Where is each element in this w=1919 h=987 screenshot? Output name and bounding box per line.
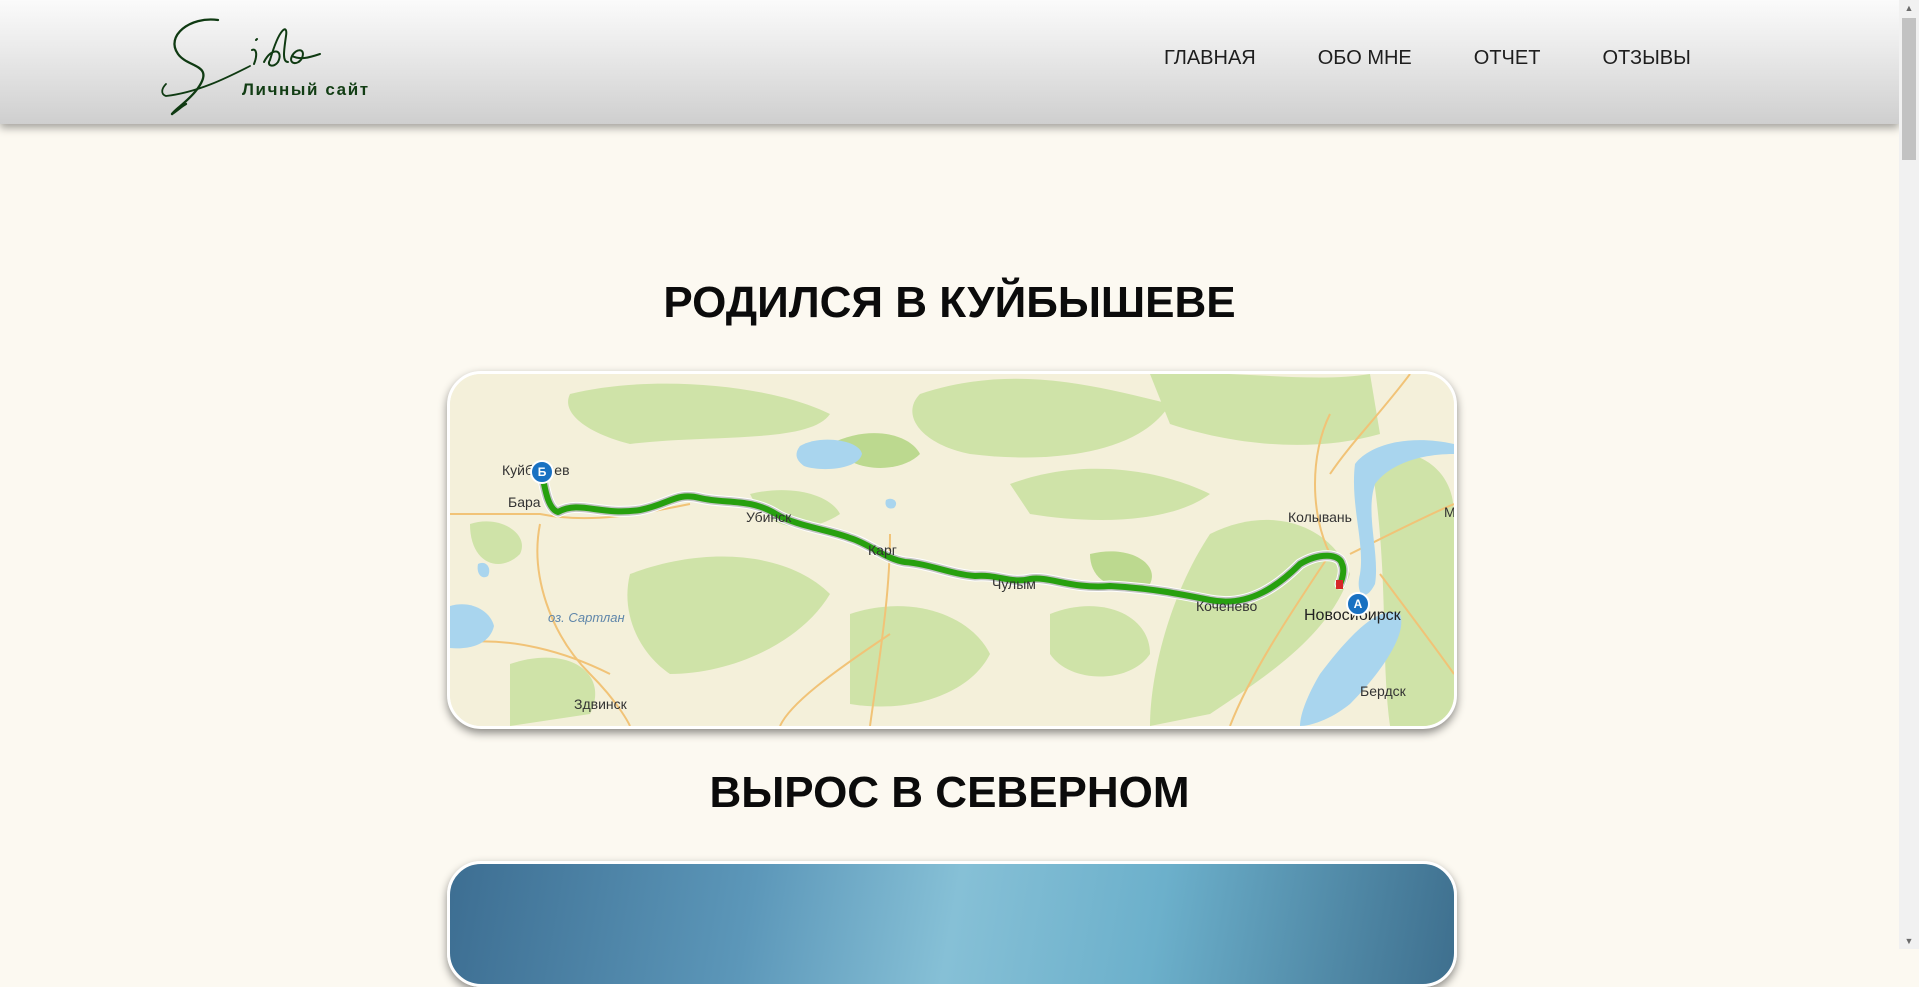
nav-link-home[interactable]: ГЛАВНАЯ	[1164, 47, 1256, 70]
map-label-barabinsk: Бара	[508, 494, 541, 510]
route-end-pin[interactable]: Б	[530, 460, 554, 484]
scroll-down-arrow-icon[interactable]: ▼	[1899, 933, 1919, 949]
section-title-birthplace: РОДИЛСЯ В КУЙБЫШЕВЕ	[663, 278, 1236, 327]
map-label-zdvinsk: Здвинск	[574, 696, 627, 712]
route-map[interactable]: Куйбышев Бара Убинск Карг Чулым Коченево…	[447, 371, 1457, 729]
map-label-ubinskoe: Убинск	[746, 509, 792, 525]
map-label-sartlan: оз. Сартлан	[548, 610, 625, 625]
map-background	[450, 374, 1454, 726]
nav-link-reviews[interactable]: ОТЗЫВЫ	[1602, 47, 1690, 70]
nav-link-report[interactable]: ОТЧЕТ	[1474, 47, 1541, 70]
site-logo[interactable]: Личный сайт	[160, 6, 400, 118]
map-label-kochenevo: Коченево	[1196, 598, 1258, 614]
route-start-pin[interactable]: А	[1346, 592, 1370, 616]
nav-link-about[interactable]: ОБО МНЕ	[1318, 47, 1412, 70]
map-label-edge: М	[1444, 504, 1456, 520]
scroll-up-arrow-icon[interactable]: ▲	[1899, 0, 1919, 16]
photo-card-north	[447, 861, 1457, 987]
scrollbar-thumb[interactable]	[1902, 18, 1916, 160]
logo-signature	[161, 18, 321, 116]
map-label-kolyvan: Колывань	[1288, 509, 1352, 525]
section-title-childhood: ВЫРОС В СЕВЕРНОМ	[709, 768, 1190, 817]
site-header: Личный сайт ГЛАВНАЯ ОБО МНЕ ОТЧЕТ ОТЗЫВЫ	[0, 0, 1899, 124]
page-scrollbar[interactable]: ▲ ▼	[1899, 0, 1919, 949]
logo-tagline: Личный сайт	[242, 80, 370, 99]
map-label-chulym: Чулым	[992, 576, 1036, 592]
main-nav: ГЛАВНАЯ ОБО МНЕ ОТЧЕТ ОТЗЫВЫ	[1164, 47, 1753, 70]
map-label-berdsk: Бердск	[1360, 683, 1406, 699]
map-label-kargat: Карг	[868, 542, 897, 558]
